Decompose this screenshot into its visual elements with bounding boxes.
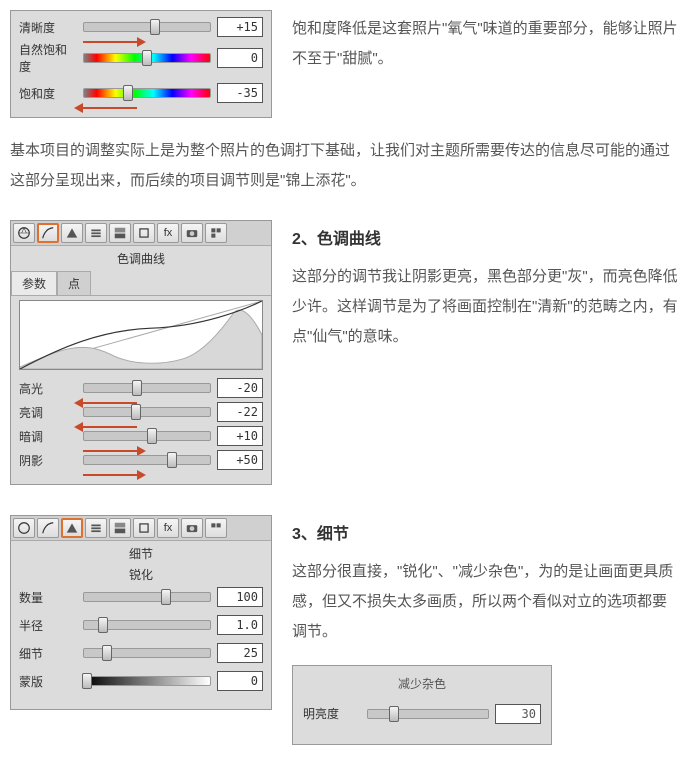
noise-title: 减少杂色 (303, 672, 541, 696)
tool-fx-icon[interactable]: fx (157, 223, 179, 243)
noise-reduction-panel: 减少杂色 明亮度 30 (292, 665, 552, 745)
slider-mask: 蒙版 0 (19, 671, 263, 691)
panel-toolbar: fx (11, 221, 271, 246)
slider-track[interactable] (83, 383, 211, 393)
slider-label: 明亮度 (303, 702, 361, 726)
tool-split-icon[interactable] (109, 223, 131, 243)
slider-label: 数量 (19, 589, 77, 606)
slider-track[interactable] (83, 431, 211, 441)
sub-title: 锐化 (19, 566, 263, 583)
slider-label: 亮调 (19, 404, 77, 421)
tool-fx-icon[interactable]: fx (157, 518, 179, 538)
tool-aperture-icon[interactable] (13, 518, 35, 538)
tool-camera-icon[interactable] (181, 518, 203, 538)
slider-knob[interactable] (132, 380, 142, 396)
tool-hsl-icon[interactable] (85, 223, 107, 243)
slider-amount: 数量 100 (19, 587, 263, 607)
tool-curve-icon[interactable] (37, 518, 59, 538)
slider-knob[interactable] (131, 404, 141, 420)
section2-desc: 这部分的调节我让阴影更亮，黑色部分更"灰"，而亮色降低少许。这样调节是为了将画面… (292, 262, 680, 352)
slider-radius: 半径 1.0 (19, 615, 263, 635)
histogram (19, 300, 263, 370)
slider-value[interactable]: 1.0 (217, 615, 263, 635)
slider-knob[interactable] (150, 19, 160, 35)
slider-saturation: 饱和度 -35 (19, 83, 263, 103)
tab-point[interactable]: 点 (57, 271, 91, 295)
slider-knob[interactable] (161, 589, 171, 605)
tabs: 参数 点 (11, 271, 271, 296)
slider-knob[interactable] (142, 50, 152, 66)
slider-knob[interactable] (82, 673, 92, 689)
slider-detail: 细节 25 (19, 643, 263, 663)
section3-text: 3、细节 这部分很直接，"锐化"、"减少杂色"，为的是让画面更具质感，但又不损失… (292, 515, 680, 745)
section2-heading: 2、色调曲线 (292, 224, 680, 256)
section3-heading: 3、细节 (292, 519, 680, 551)
paragraph-mid: 基本项目的调整实际上是为整个照片的色调打下基础，让我们对主题所需要传达的信息尽可… (10, 136, 680, 196)
slider-track[interactable] (83, 455, 211, 465)
tool-lens-icon[interactable] (133, 518, 155, 538)
slider-luminance: 明亮度 30 (303, 702, 541, 726)
slider-track[interactable] (83, 592, 211, 602)
slider-value[interactable]: +10 (217, 426, 263, 446)
slider-track[interactable] (83, 620, 211, 630)
top-adjust-panel: 清晰度 +15 自然饱和度 0 饱和度 -35 (10, 10, 272, 118)
slider-track[interactable] (83, 22, 211, 32)
tool-curve-icon[interactable] (37, 223, 59, 243)
tool-lens-icon[interactable] (133, 223, 155, 243)
slider-lights: 亮调 -22 (19, 402, 263, 422)
tool-split-icon[interactable] (109, 518, 131, 538)
slider-value[interactable]: 25 (217, 643, 263, 663)
tool-aperture-icon[interactable] (13, 223, 35, 243)
slider-track[interactable] (83, 53, 211, 63)
slider-knob[interactable] (389, 706, 399, 722)
slider-label: 半径 (19, 617, 77, 634)
slider-darks: 暗调 +10 (19, 426, 263, 446)
panel-title: 细节 (19, 545, 263, 562)
slider-knob[interactable] (123, 85, 133, 101)
slider-value[interactable]: 0 (217, 671, 263, 691)
slider-track[interactable] (83, 88, 211, 98)
slider-label: 细节 (19, 645, 77, 662)
detail-panel: fx 细节 锐化 数量 100 半径 1.0 细节 25 蒙版 0 (10, 515, 272, 710)
slider-label: 高光 (19, 380, 77, 397)
slider-knob[interactable] (147, 428, 157, 444)
slider-knob[interactable] (167, 452, 177, 468)
slider-highlights: 高光 -20 (19, 378, 263, 398)
panel-toolbar: fx (11, 516, 271, 541)
panel-title: 色调曲线 (19, 250, 263, 267)
tool-detail-icon[interactable] (61, 223, 83, 243)
slider-label: 自然饱和度 (19, 41, 77, 75)
tab-parametric[interactable]: 参数 (11, 271, 57, 295)
desc-top: 饱和度降低是这套照片"氧气"味道的重要部分，能够让照片不至于"甜腻"。 (292, 10, 680, 118)
slider-label: 清晰度 (19, 19, 77, 36)
slider-knob[interactable] (102, 645, 112, 661)
slider-track[interactable] (367, 709, 489, 719)
tool-detail-icon[interactable] (61, 518, 83, 538)
slider-value[interactable]: 100 (217, 587, 263, 607)
section3-desc: 这部分很直接，"锐化"、"减少杂色"，为的是让画面更具质感，但又不损失太多画质，… (292, 557, 680, 647)
slider-value[interactable]: +50 (217, 450, 263, 470)
slider-value[interactable]: +15 (217, 17, 263, 37)
slider-value[interactable]: 0 (217, 48, 263, 68)
slider-value[interactable]: -35 (217, 83, 263, 103)
slider-label: 饱和度 (19, 85, 77, 102)
slider-track[interactable] (83, 648, 211, 658)
slider-label: 蒙版 (19, 673, 77, 690)
slider-value[interactable]: -22 (217, 402, 263, 422)
slider-label: 阴影 (19, 452, 77, 469)
tool-hsl-icon[interactable] (85, 518, 107, 538)
tone-curve-panel: fx 色调曲线 参数 点 高光 -20 亮调 -22 (10, 220, 272, 485)
tool-camera-icon[interactable] (181, 223, 203, 243)
slider-clarity: 清晰度 +15 (19, 17, 263, 37)
tool-preset-icon[interactable] (205, 223, 227, 243)
slider-track[interactable] (83, 676, 211, 686)
slider-value[interactable]: -20 (217, 378, 263, 398)
section2-text: 2、色调曲线 这部分的调节我让阴影更亮，黑色部分更"灰"，而亮色降低少许。这样调… (292, 220, 680, 485)
slider-label: 暗调 (19, 428, 77, 445)
tool-preset-icon[interactable] (205, 518, 227, 538)
slider-track[interactable] (83, 407, 211, 417)
slider-knob[interactable] (98, 617, 108, 633)
slider-value[interactable]: 30 (495, 704, 541, 724)
